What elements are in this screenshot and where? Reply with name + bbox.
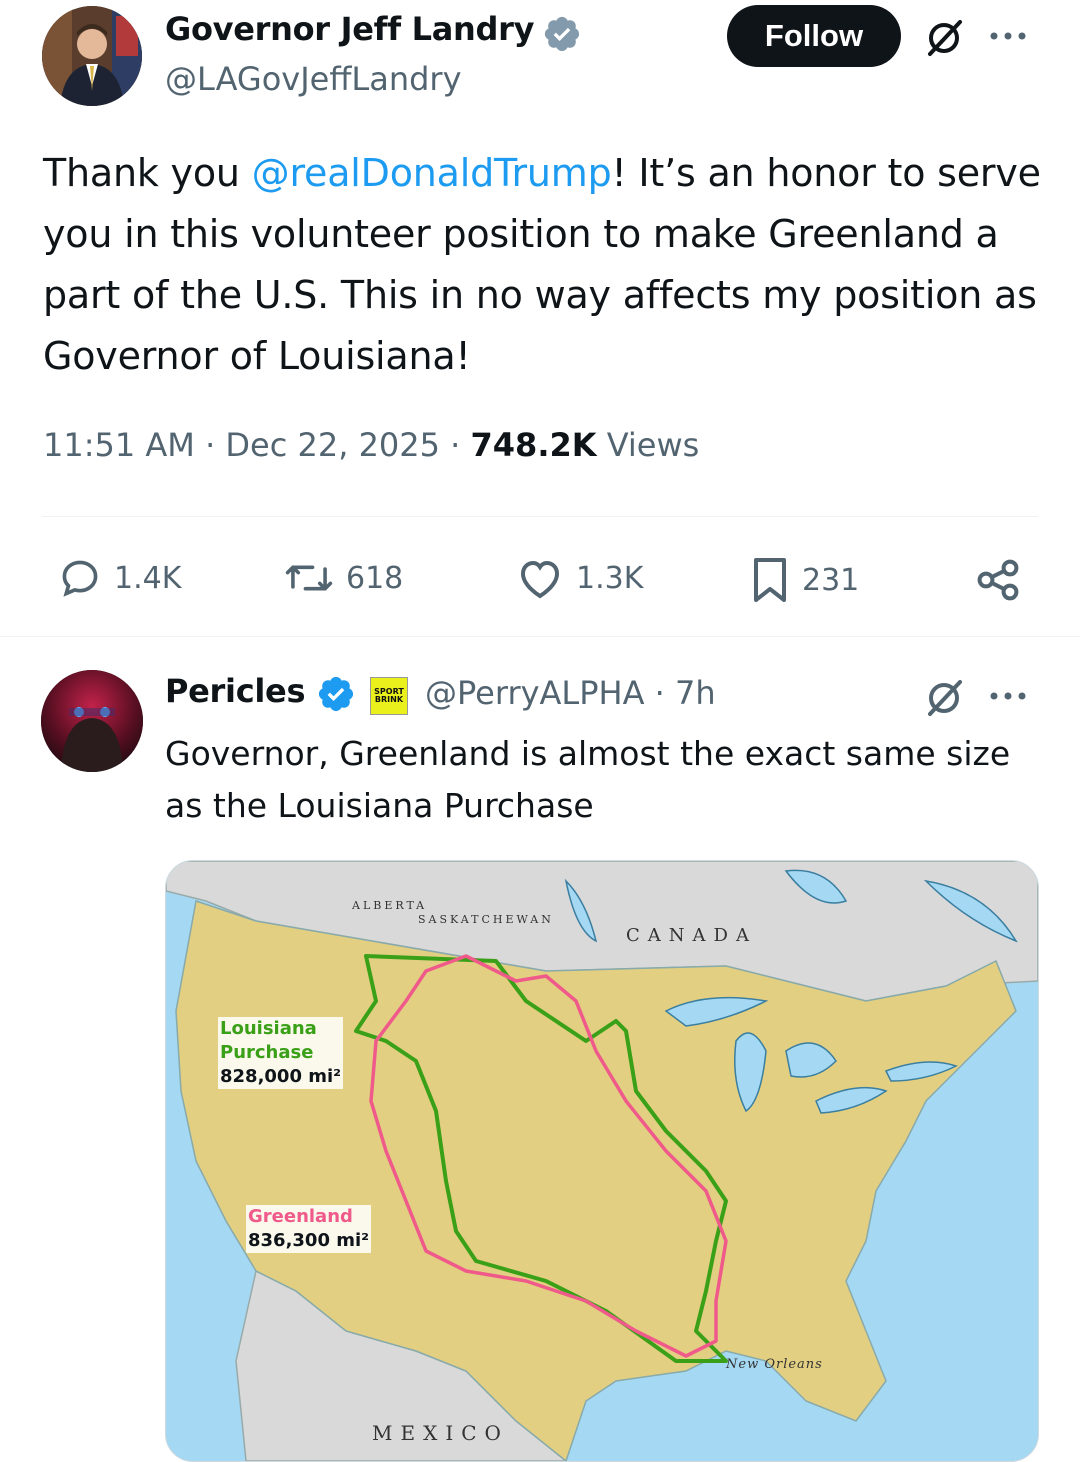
like-count: 1.3K (576, 560, 644, 596)
divider (42, 516, 1038, 517)
bookmark-count: 231 (802, 562, 860, 598)
follow-button[interactable]: Follow (727, 5, 901, 67)
louisiana-purchase-label: Louisiana Purchase 828,000 mi² (218, 1017, 344, 1089)
reply-button[interactable]: 1.4K (58, 556, 181, 600)
verified-badge-icon (314, 674, 358, 718)
repost-button[interactable]: 618 (284, 556, 403, 600)
repost-count: 618 (346, 560, 404, 596)
reply-age[interactable]: 7h (675, 674, 716, 712)
reply-text: Governor, Greenland is almost the exact … (165, 734, 1011, 825)
more-options-icon[interactable] (988, 28, 1032, 44)
grok-icon[interactable] (922, 16, 966, 60)
author-name[interactable]: Governor Jeff Landry (165, 10, 535, 48)
author-avatar[interactable] (42, 6, 142, 106)
verified-badge-icon (540, 14, 584, 54)
map-graphic (166, 861, 1038, 1461)
author-handle[interactable]: @LAGovJeffLandry (165, 60, 462, 98)
views-label: Views (606, 426, 700, 464)
reply-meta: @PerryALPHA · 7h (425, 674, 716, 712)
map-label-mexico: MEXICO (372, 1421, 509, 1445)
affiliate-badge[interactable]: SPORT BRINK (370, 677, 408, 715)
grok-icon[interactable] (922, 676, 966, 724)
map-label-saskatchewan: SASKATCHEWAN (418, 913, 554, 926)
tweet-date[interactable]: Dec 22, 2025 (225, 426, 440, 464)
like-button[interactable]: 1.3K (516, 556, 643, 600)
tweet-time[interactable]: 11:51 AM (43, 426, 195, 464)
map-image[interactable]: ALBERTA SASKATCHEWAN CANADA MEXICO New O… (165, 860, 1039, 1462)
heart-icon (520, 560, 560, 599)
reply-count: 1.4K (114, 560, 182, 596)
bookmark-icon (754, 558, 786, 602)
reply-author-name[interactable]: Pericles (165, 672, 306, 710)
map-label-new-orleans: New Orleans (726, 1357, 823, 1372)
reply-handle[interactable]: @PerryALPHA (425, 674, 645, 712)
reply-icon (62, 560, 98, 597)
map-label-alberta: ALBERTA (352, 899, 428, 912)
tweet-meta: 11:51 AM · Dec 22, 2025 · 748.2K Views (43, 426, 700, 464)
more-options-icon[interactable] (988, 688, 1032, 708)
reply-author-avatar[interactable] (41, 670, 143, 772)
share-button[interactable] (974, 556, 1022, 604)
bookmark-button[interactable]: 231 (750, 556, 859, 604)
greenland-label: Greenland 836,300 mi² (246, 1205, 372, 1253)
repost-icon (285, 565, 333, 591)
divider (0, 636, 1080, 637)
share-icon (977, 559, 1019, 601)
map-label-canada: CANADA (626, 925, 757, 946)
views-count: 748.2K (470, 426, 597, 464)
mention-link[interactable]: @realDonaldTrump (252, 151, 612, 195)
tweet-text: Thank you @realDonaldTrump! It’s an hono… (43, 151, 1041, 378)
